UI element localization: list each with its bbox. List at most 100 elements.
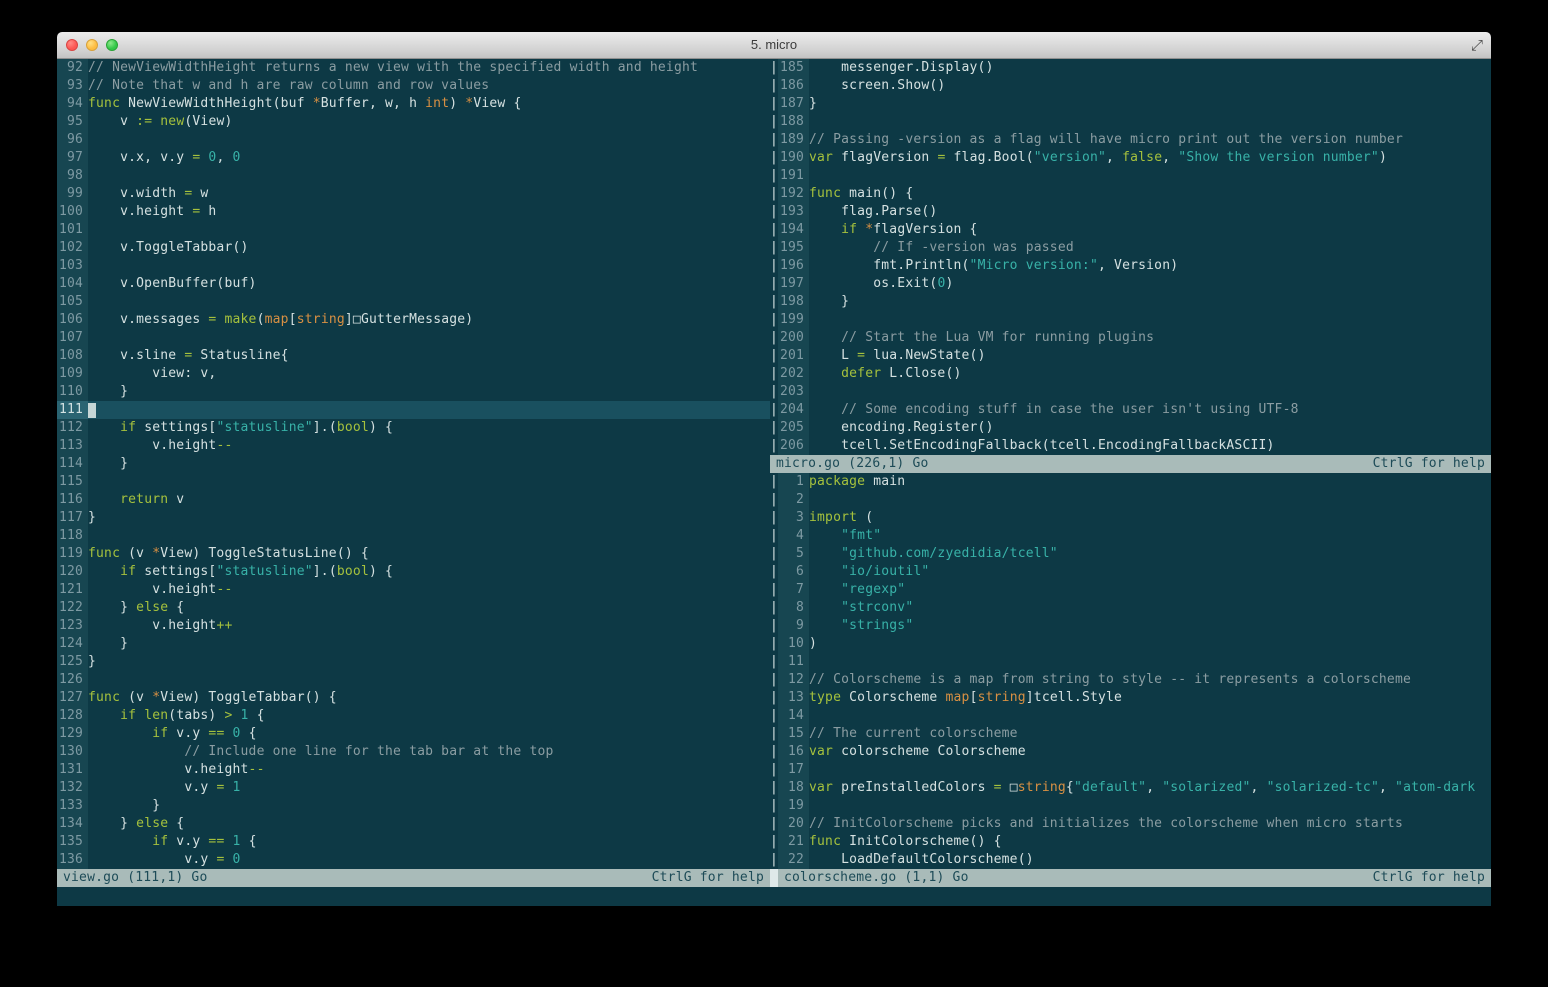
resize-icon[interactable]: ⤢ bbox=[1471, 36, 1483, 56]
code-line[interactable]: | 14 bbox=[770, 707, 1491, 725]
code-line[interactable]: | 189// Passing -version as a flag will h… bbox=[770, 131, 1491, 149]
code-line[interactable]: 112 if settings["statusline"].(bool) { bbox=[57, 419, 770, 437]
code-line[interactable]: | 18 var preInstalledColors = □string{"de… bbox=[770, 779, 1491, 797]
code-line[interactable]: | 188 bbox=[770, 113, 1491, 131]
code-line[interactable]: 128 if len(tabs) > 1 { bbox=[57, 707, 770, 725]
code-line[interactable]: | 9 "strings" bbox=[770, 617, 1491, 635]
code-line[interactable]: | 17 bbox=[770, 761, 1491, 779]
code-line[interactable]: | 20// InitColorscheme picks and initial… bbox=[770, 815, 1491, 833]
code-line[interactable]: | 21 func InitColorscheme() { bbox=[770, 833, 1491, 851]
line-number: 192 bbox=[778, 185, 809, 203]
code-line[interactable]: | 8 "strconv" bbox=[770, 599, 1491, 617]
code-line[interactable]: 99 v.width = w bbox=[57, 185, 770, 203]
code-line[interactable]: | 10) bbox=[770, 635, 1491, 653]
code-line[interactable]: | 200 // Start the Lua VM for running plu… bbox=[770, 329, 1491, 347]
code-line[interactable]: 122 } else { bbox=[57, 599, 770, 617]
code-line[interactable]: | 16 var colorscheme Colorscheme bbox=[770, 743, 1491, 761]
code-line[interactable]: 126 bbox=[57, 671, 770, 689]
code-line[interactable]: 108 v.sline = Statusline{ bbox=[57, 347, 770, 365]
code-line[interactable]: | 3 import ( bbox=[770, 509, 1491, 527]
code-line[interactable]: | 4 "fmt" bbox=[770, 527, 1491, 545]
code-line[interactable]: 130 // Include one line for the tab bar … bbox=[57, 743, 770, 761]
code-line[interactable]: | 192 func main() { bbox=[770, 185, 1491, 203]
statusbar-file-position: micro.go (226,1) Go bbox=[776, 456, 929, 471]
code-line[interactable]: | 13 type Colorscheme map[string]tcell.St… bbox=[770, 689, 1491, 707]
code-line[interactable]: | 198 } bbox=[770, 293, 1491, 311]
code-line[interactable]: 102 v.ToggleTabbar() bbox=[57, 239, 770, 257]
code-line[interactable]: 123 v.height++ bbox=[57, 617, 770, 635]
code-line[interactable]: 95 v := new(View) bbox=[57, 113, 770, 131]
code-line[interactable]: | 22 LoadDefaultColorscheme() bbox=[770, 851, 1491, 869]
code-line[interactable]: 101 bbox=[57, 221, 770, 239]
code-line[interactable]: 92// NewViewWidthHeight returns a new vi… bbox=[57, 59, 770, 77]
code-line[interactable]: | 199 bbox=[770, 311, 1491, 329]
code-line[interactable]: 93// Note that w and h are raw column an… bbox=[57, 77, 770, 95]
code-line[interactable]: | 187} bbox=[770, 95, 1491, 113]
code-line[interactable]: | 197 os.Exit(0) bbox=[770, 275, 1491, 293]
code-line[interactable]: 132 v.y = 1 bbox=[57, 779, 770, 797]
code-line[interactable]: 135 if v.y == 1 { bbox=[57, 833, 770, 851]
code-line[interactable]: 111 bbox=[57, 401, 770, 419]
code-line[interactable]: 120 if settings["statusline"].(bool) { bbox=[57, 563, 770, 581]
code-line[interactable]: | 185 messenger.Display() bbox=[770, 59, 1491, 77]
code-line[interactable]: 131 v.height-- bbox=[57, 761, 770, 779]
code-line[interactable]: | 204 // Some encoding stuff in case the … bbox=[770, 401, 1491, 419]
code-line[interactable]: 119 func (v *View) ToggleStatusLine() { bbox=[57, 545, 770, 563]
code-line[interactable]: 110 } bbox=[57, 383, 770, 401]
code-line[interactable]: 103 bbox=[57, 257, 770, 275]
code-line[interactable]: | 206 tcell.SetEncodingFallback(tcell.Enc… bbox=[770, 437, 1491, 455]
code-line[interactable]: | 7 "regexp" bbox=[770, 581, 1491, 599]
code-line[interactable]: 100 v.height = h bbox=[57, 203, 770, 221]
code-line[interactable]: | 19 bbox=[770, 797, 1491, 815]
editor-pane-colorscheme-go[interactable]: | 1 package main | 2 | 3 import (| 4 "fmt" | … bbox=[770, 473, 1491, 869]
code-line[interactable]: | 196 fmt.Println("Micro version:", Versi… bbox=[770, 257, 1491, 275]
code-line[interactable]: | 12// Colorscheme is a map from string … bbox=[770, 671, 1491, 689]
code-line[interactable]: 104 v.OpenBuffer(buf) bbox=[57, 275, 770, 293]
code-line[interactable]: | 203 bbox=[770, 383, 1491, 401]
code-line[interactable]: | 201 L = lua.NewState() bbox=[770, 347, 1491, 365]
code-line[interactable]: 109 view: v, bbox=[57, 365, 770, 383]
code-text: v.height-- bbox=[88, 762, 265, 777]
code-line[interactable]: 121 v.height-- bbox=[57, 581, 770, 599]
code-line[interactable]: 129 if v.y == 0 { bbox=[57, 725, 770, 743]
code-text: } bbox=[88, 636, 129, 651]
code-line[interactable]: 125} bbox=[57, 653, 770, 671]
code-line[interactable]: 118 bbox=[57, 527, 770, 545]
code-line[interactable]: 107 bbox=[57, 329, 770, 347]
code-line[interactable]: 113 v.height-- bbox=[57, 437, 770, 455]
code-line[interactable]: | 191 bbox=[770, 167, 1491, 185]
code-line[interactable]: | 5 "github.com/zyedidia/tcell" bbox=[770, 545, 1491, 563]
code-line[interactable]: 127 func (v *View) ToggleTabbar() { bbox=[57, 689, 770, 707]
code-line[interactable]: 114 } bbox=[57, 455, 770, 473]
code-line[interactable]: | 190 var flagVersion = flag.Bool("version… bbox=[770, 149, 1491, 167]
code-line[interactable]: 117} bbox=[57, 509, 770, 527]
code-line[interactable]: 105 bbox=[57, 293, 770, 311]
code-line[interactable]: | 15// The current colorscheme bbox=[770, 725, 1491, 743]
code-line[interactable]: | 205 encoding.Register() bbox=[770, 419, 1491, 437]
code-line[interactable]: | 11 bbox=[770, 653, 1491, 671]
code-line[interactable]: 97 v.x, v.y = 0, 0 bbox=[57, 149, 770, 167]
code-line[interactable]: | 202 defer L.Close() bbox=[770, 365, 1491, 383]
code-line[interactable]: 136 v.y = 0 bbox=[57, 851, 770, 869]
code-line[interactable]: 116 return v bbox=[57, 491, 770, 509]
code-line[interactable]: 94 func NewViewWidthHeight(buf *Buffer, w… bbox=[57, 95, 770, 113]
code-line[interactable]: | 2 bbox=[770, 491, 1491, 509]
code-line[interactable]: 98 bbox=[57, 167, 770, 185]
code-line[interactable]: 106 v.messages = make(map[string]□Gutter… bbox=[57, 311, 770, 329]
titlebar[interactable]: 5. micro ⤢ bbox=[57, 32, 1491, 59]
code-line[interactable]: | 195 // If -version was passed bbox=[770, 239, 1491, 257]
editor-pane-view-go[interactable]: 92// NewViewWidthHeight returns a new vi… bbox=[57, 59, 770, 869]
code-line[interactable]: 96 bbox=[57, 131, 770, 149]
code-line[interactable]: | 194 if *flagVersion { bbox=[770, 221, 1491, 239]
code-line[interactable]: | 1 package main bbox=[770, 473, 1491, 491]
code-line[interactable]: 115 bbox=[57, 473, 770, 491]
code-line[interactable]: | 193 flag.Parse() bbox=[770, 203, 1491, 221]
line-number: 15 bbox=[778, 725, 809, 743]
code-line[interactable]: 124 } bbox=[57, 635, 770, 653]
code-line[interactable]: | 186 screen.Show() bbox=[770, 77, 1491, 95]
code-line[interactable]: | 6 "io/ioutil" bbox=[770, 563, 1491, 581]
editor-pane-micro-go[interactable]: | 185 messenger.Display() | 186 screen.Show… bbox=[770, 59, 1491, 455]
code-line[interactable]: 134 } else { bbox=[57, 815, 770, 833]
code-line[interactable]: 133 } bbox=[57, 797, 770, 815]
